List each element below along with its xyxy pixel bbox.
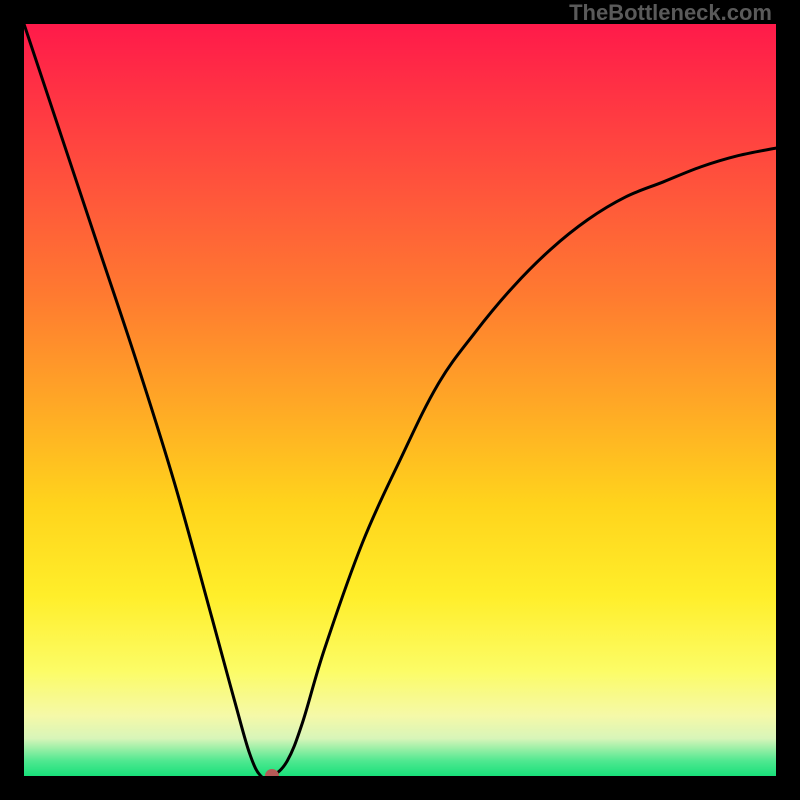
curve-path	[24, 24, 776, 776]
watermark-text: TheBottleneck.com	[569, 2, 772, 24]
plot-area	[24, 24, 776, 776]
optimal-point-marker	[265, 769, 279, 776]
chart-canvas: TheBottleneck.com	[0, 0, 800, 800]
bottleneck-curve	[24, 24, 776, 776]
